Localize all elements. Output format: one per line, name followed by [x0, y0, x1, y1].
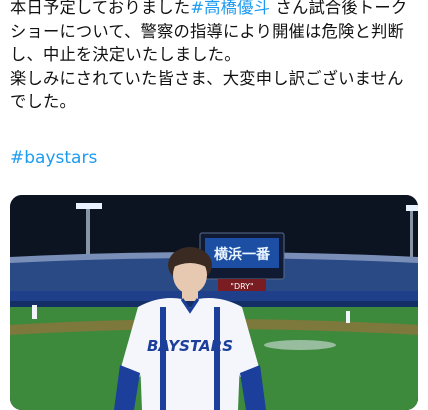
- hashtag-link[interactable]: #高橋優斗: [190, 0, 270, 17]
- field-logo: [264, 340, 336, 350]
- tweet-line: し、中止を決定いたしました。: [10, 43, 422, 67]
- stadium-photo: 横浜一番 "DRY" BAYSTARS: [10, 195, 418, 410]
- jersey-text: BAYSTARS: [147, 337, 233, 355]
- banner-text: "DRY": [230, 282, 253, 291]
- tweet-video[interactable]: 横浜一番 "DRY" BAYSTARS: [10, 195, 418, 410]
- tweet-line-text: ショーについて、警察の指導により開催は危険と判断: [10, 21, 404, 41]
- tweet-line-text: 楽しみにされていた皆さま、大変申し訳ございません: [10, 68, 404, 88]
- tweet-line: ショーについて、警察の指導により開催は危険と判断: [10, 20, 422, 44]
- tweet-line: でした。: [10, 90, 422, 114]
- tweet-line-text: さん試合後トーク: [270, 0, 408, 17]
- tweet-text: 本日予定しておりました#高橋優斗 さん試合後トーク ショーについて、警察の指導に…: [10, 0, 422, 114]
- tweet-line: 本日予定しておりました#高橋優斗 さん試合後トーク: [10, 0, 422, 20]
- tweet-line-text: し、中止を決定いたしました。: [10, 45, 241, 64]
- player: [32, 305, 37, 319]
- tweet-line-text: 本日予定しておりました: [10, 0, 191, 17]
- scoreboard-text: 横浜一番: [214, 246, 271, 263]
- player: [346, 311, 350, 323]
- tweet-line-text: でした。: [10, 92, 76, 111]
- hashtag-baystars-link[interactable]: #baystars: [10, 148, 97, 168]
- tweet-line: 楽しみにされていた皆さま、大変申し訳ございません: [10, 67, 422, 91]
